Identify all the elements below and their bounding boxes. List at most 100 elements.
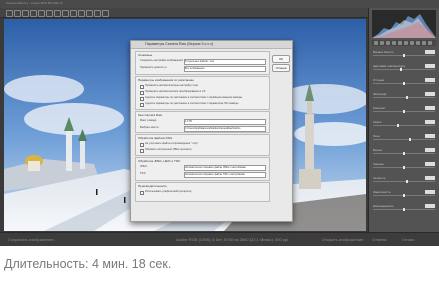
slider-knob[interactable]: [403, 152, 405, 155]
slider-label: Экспонир.: [373, 92, 388, 96]
split-toning-tab-icon[interactable]: [398, 41, 402, 45]
radial-filter-icon[interactable]: [102, 10, 109, 17]
workflow-options-link[interactable]: Adobe RGB (1998); 8 бит; 5760 на 3840 (2…: [176, 237, 288, 242]
adjustment-slider[interactable]: Красочность: [373, 190, 435, 198]
slider-track[interactable]: [373, 139, 435, 140]
slider-knob[interactable]: [409, 138, 411, 141]
slider-knob[interactable]: [403, 194, 405, 197]
option-checkbox[interactable]: [140, 102, 144, 107]
slider-knob[interactable]: [403, 166, 405, 169]
slider-value-field[interactable]: [425, 204, 435, 208]
adjustment-slider[interactable]: Черные: [373, 162, 435, 170]
slider-knob[interactable]: [403, 110, 405, 113]
field-label: TIFF:: [140, 172, 147, 175]
adjustment-slider[interactable]: Экспонир.: [373, 92, 435, 100]
straighten-tool-icon[interactable]: [54, 10, 61, 17]
slider-knob[interactable]: [406, 96, 408, 99]
targeted-adjustment-tool-icon[interactable]: [38, 10, 45, 17]
settings-group: Обработка файлов DNG Не учитывать файлы с…: [135, 134, 270, 156]
cancel-button[interactable]: Отмена: [372, 237, 386, 242]
settings-field[interactable]: 1,0 ГБ: [184, 118, 266, 125]
ok-button[interactable]: ОК: [272, 55, 290, 63]
crop-tool-icon[interactable]: [46, 10, 53, 17]
color-sampler-tool-icon[interactable]: [30, 10, 37, 17]
option-checkbox[interactable]: [140, 90, 144, 95]
slider-value-field[interactable]: [425, 134, 435, 138]
zoom-tool-icon[interactable]: [6, 10, 13, 17]
slider-value-field[interactable]: [425, 78, 435, 82]
lens-tab-icon[interactable]: [404, 41, 408, 45]
adjustment-slider[interactable]: Света: [373, 120, 435, 128]
slider-track[interactable]: [373, 97, 435, 98]
settings-field[interactable]: Автоматически открывать файлы TIFF с нас…: [184, 171, 266, 178]
detail-tab-icon[interactable]: [386, 41, 390, 45]
dialog-titlebar: Параметры Camera Raw (Версия 9.x.x.x): [131, 41, 292, 49]
done-button[interactable]: Готово: [402, 237, 414, 242]
slider-value-field[interactable]: [425, 190, 435, 194]
adjustment-slider[interactable]: Четкость: [373, 176, 435, 184]
basic-tab-icon[interactable]: [374, 41, 378, 45]
adjustment-brush-icon[interactable]: [86, 10, 93, 17]
presets-tab-icon[interactable]: [422, 41, 426, 45]
adjustment-slider[interactable]: Оттенок: [373, 78, 435, 86]
option-checkbox[interactable]: [140, 142, 144, 147]
slider-knob[interactable]: [406, 180, 408, 183]
slider-value-field[interactable]: [425, 176, 435, 180]
slider-value-field[interactable]: [425, 148, 435, 152]
adjustment-slider[interactable]: Цветовая температура: [373, 64, 435, 72]
red-eye-tool-icon[interactable]: [78, 10, 85, 17]
slider-label: Света: [373, 120, 382, 124]
slider-value-field[interactable]: [425, 106, 435, 110]
checkbox-label: Применить автоматическую настройку тона: [145, 84, 198, 87]
adjustment-slider[interactable]: Насыщенность: [373, 204, 435, 212]
slider-value-field[interactable]: [425, 50, 435, 54]
slider-label: Контраст: [373, 106, 386, 110]
option-checkbox[interactable]: [140, 96, 144, 101]
group-header: Кэш Camera Raw: [138, 113, 163, 117]
transform-tool-icon[interactable]: [62, 10, 69, 17]
slider-knob[interactable]: [400, 68, 402, 71]
adjustment-slider[interactable]: Тени: [373, 134, 435, 142]
adjustment-slider[interactable]: Контраст: [373, 106, 435, 114]
save-image-button[interactable]: Сохранить изображение...: [8, 237, 57, 242]
effects-tab-icon[interactable]: [410, 41, 414, 45]
tone-curve-tab-icon[interactable]: [380, 41, 384, 45]
slider-knob[interactable]: [403, 54, 405, 57]
slider-track[interactable]: [373, 181, 435, 182]
adjustment-slider[interactable]: Баланс белого: [373, 50, 435, 58]
snapshots-tab-icon[interactable]: [428, 41, 432, 45]
settings-field[interactable]: Все изображения: [184, 65, 266, 72]
field-label: Сохранить настройки изображений:: [140, 59, 184, 62]
hsl-tab-icon[interactable]: [392, 41, 396, 45]
open-image-button[interactable]: Открыть изображение: [322, 237, 363, 242]
settings-field[interactable]: В отдельных файлах .xmp: [184, 58, 266, 65]
option-checkbox[interactable]: [140, 84, 144, 89]
hand-tool-icon[interactable]: [14, 10, 21, 17]
adjustment-slider[interactable]: Белые: [373, 148, 435, 156]
window-titlebar: Camera Raw 9.x - Canon EOS 5D Mark III: [0, 0, 439, 8]
field-label: JPEG:: [140, 165, 148, 168]
spot-removal-tool-icon[interactable]: [70, 10, 77, 17]
slider-knob[interactable]: [403, 82, 405, 85]
graduated-filter-icon[interactable]: [94, 10, 101, 17]
white-balance-tool-icon[interactable]: [22, 10, 29, 17]
slider-knob[interactable]: [397, 124, 399, 127]
slider-value-field[interactable]: [425, 162, 435, 166]
slider-track[interactable]: [373, 125, 435, 126]
panel-tabs: [372, 40, 436, 46]
slider-value-field[interactable]: [425, 120, 435, 124]
window-title: Camera Raw 9.x - Canon EOS 5D Mark III: [6, 1, 63, 5]
settings-field[interactable]: C:\Users\AppData\Local\Adobe\CameraRaw\C…: [184, 125, 266, 132]
dialog-title: Параметры Camera Raw (Версия 9.x.x.x): [145, 42, 214, 46]
slider-track[interactable]: [373, 69, 435, 70]
calibration-tab-icon[interactable]: [416, 41, 420, 45]
slider-value-field[interactable]: [425, 64, 435, 68]
slider-knob[interactable]: [403, 208, 405, 211]
option-checkbox[interactable]: [140, 190, 144, 195]
slider-value-field[interactable]: [425, 92, 435, 96]
settings-field[interactable]: Автоматически открывать файлы JPEG с нас…: [184, 164, 266, 171]
option-checkbox[interactable]: [140, 148, 144, 153]
dialog-cancel-button[interactable]: Отмена: [272, 64, 290, 72]
slider-label: Оттенок: [373, 78, 385, 82]
checkbox-label: Использовать графический процессор: [145, 190, 192, 193]
